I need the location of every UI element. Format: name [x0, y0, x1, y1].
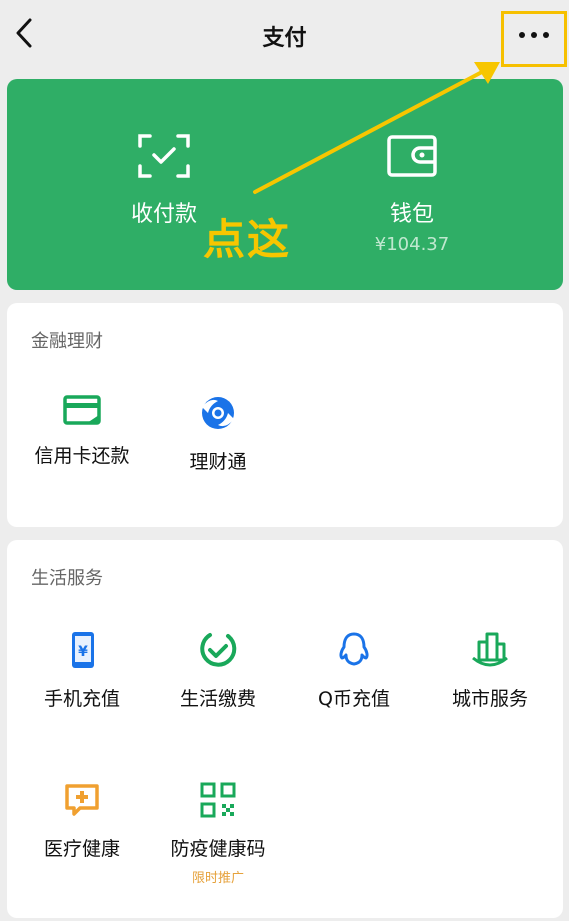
mobile-recharge-label: 手机充值: [43, 688, 120, 710]
licaitong-icon: [202, 397, 234, 429]
annotation-label: 点这: [203, 215, 292, 264]
credit-card-repay-label: 信用卡还款: [34, 445, 130, 467]
credit-card-repay-button[interactable]: 信用卡还款: [14, 393, 150, 468]
medical-health-button[interactable]: 医疗健康: [14, 780, 150, 861]
svg-text:¥: ¥: [78, 644, 88, 660]
medical-health-label: 医疗健康: [43, 838, 120, 860]
page-title: 支付: [262, 26, 307, 51]
wallet-balance: ¥104.37: [374, 234, 450, 255]
credit-card-icon: [63, 395, 101, 425]
finance-section-title: 金融理财: [31, 331, 103, 352]
health-code-label: 防疫健康码: [170, 838, 266, 860]
city-services-button[interactable]: 城市服务: [422, 630, 558, 711]
finance-section: 金融理财 信用卡还款 理财通: [7, 303, 563, 527]
wallet-label: 钱包: [389, 202, 434, 227]
utility-bill-button[interactable]: 生活缴费: [150, 630, 286, 711]
q-coin-recharge-button[interactable]: Q币充值: [286, 630, 422, 711]
utility-bill-label: 生活缴费: [179, 688, 256, 710]
qq-penguin-icon: [339, 632, 369, 666]
more-options-icon[interactable]: [514, 26, 554, 44]
mobile-phone-icon: ¥: [72, 632, 94, 668]
scan-check-icon: [138, 134, 190, 178]
nav-bar: 支付: [0, 0, 569, 70]
life-services-section-title: 生活服务: [31, 568, 103, 589]
city-services-label: 城市服务: [451, 688, 528, 710]
mobile-recharge-button[interactable]: ¥ 手机充值: [14, 630, 150, 711]
q-coin-recharge-label: Q币充值: [318, 688, 390, 710]
city-buildings-icon: [472, 632, 508, 667]
check-circle-icon: [200, 633, 237, 667]
promo-tag: 限时推广: [191, 871, 244, 886]
health-code-button[interactable]: 防疫健康码 限时推广: [150, 780, 286, 886]
qr-code-icon: [200, 782, 236, 818]
life-services-section: 生活服务 ¥ 手机充值 生活缴费 Q币充值 城市服务 医疗健康 防疫健康码 限时…: [7, 540, 563, 918]
medical-chat-icon: [65, 784, 99, 816]
wallet-icon: [387, 135, 437, 177]
licaitong-label: 理财通: [189, 451, 247, 473]
wallet-button[interactable]: 钱包 ¥104.37: [322, 134, 502, 255]
licaitong-button[interactable]: 理财通: [150, 393, 286, 474]
